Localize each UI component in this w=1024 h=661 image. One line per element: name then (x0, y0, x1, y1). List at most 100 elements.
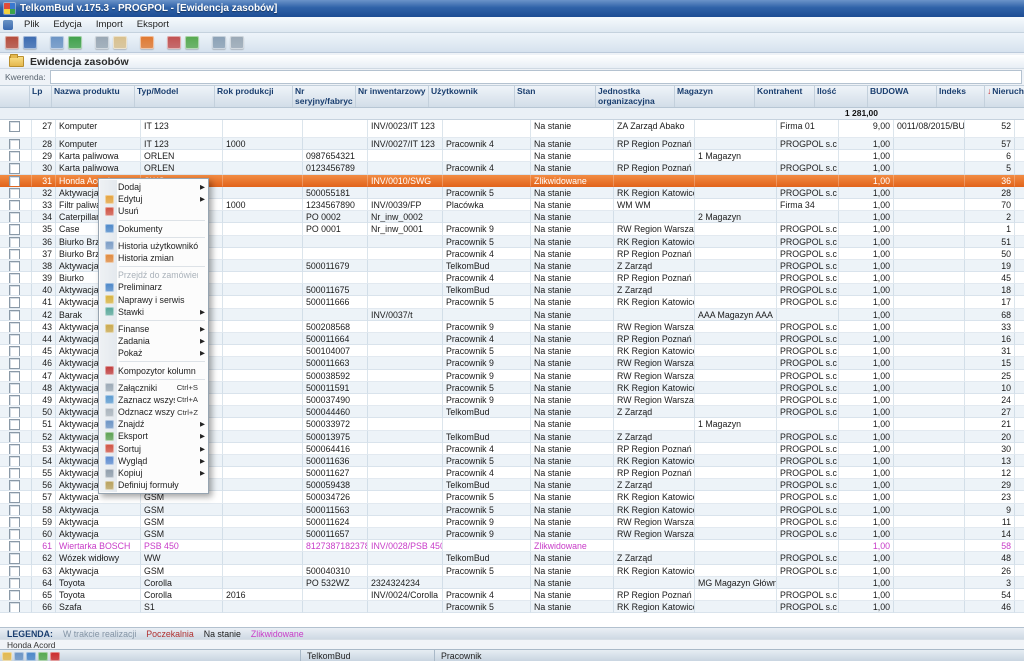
exit-icon[interactable] (5, 36, 19, 49)
context-menu-item-edytuj[interactable]: Edytuj▶ (100, 193, 207, 205)
row-checkbox[interactable] (9, 541, 20, 552)
settings-icon[interactable] (212, 36, 226, 49)
row-checkbox[interactable] (9, 273, 20, 284)
row-checkbox[interactable] (9, 432, 20, 443)
column-header-typ[interactable]: Typ/Model (135, 86, 215, 107)
column-header-lp[interactable]: Lp (30, 86, 52, 107)
row-checkbox[interactable] (9, 188, 20, 199)
column-header-rok[interactable]: Rok produkcji (215, 86, 293, 107)
context-menu-item-zadania[interactable]: Zadania▶ (100, 335, 207, 347)
context-menu-item-historia-użytkowników[interactable]: Historia użytkowników (100, 240, 207, 252)
row-checkbox[interactable] (9, 249, 20, 260)
table-row[interactable]: 60AktywacjaGSM500011657Pracownik 9Na sta… (0, 528, 1024, 540)
tools-icon[interactable] (230, 36, 244, 49)
row-checkbox[interactable] (9, 310, 20, 321)
row-checkbox[interactable] (9, 261, 20, 272)
column-header-ilosc[interactable]: Ilość (815, 86, 868, 107)
row-checkbox[interactable] (9, 480, 20, 491)
context-menu-item-eksport[interactable]: Eksport▶ (100, 430, 207, 442)
row-checkbox[interactable] (9, 517, 20, 528)
column-header-bud[interactable]: BUDOWA (868, 86, 937, 107)
table-row[interactable]: 30Karta paliwowaORLEN0123456789Pracownik… (0, 162, 1024, 174)
transfer-icon[interactable] (23, 36, 37, 49)
row-checkbox[interactable] (9, 419, 20, 430)
chart-pie-icon[interactable] (140, 36, 154, 49)
row-checkbox[interactable] (9, 151, 20, 162)
context-menu-item-usuń[interactable]: Usuń (100, 205, 207, 217)
context-menu-item-definiuj-formuły[interactable]: Definiuj formuły (100, 479, 207, 491)
context-menu-item-zaznacz-wszystko[interactable]: Zaznacz wszystkoCtrl+A (100, 394, 207, 406)
row-checkbox[interactable] (9, 590, 20, 601)
user-icon[interactable] (14, 652, 24, 661)
row-checkbox[interactable] (9, 371, 20, 382)
row-checkbox[interactable] (9, 456, 20, 467)
query-input[interactable] (50, 70, 1022, 84)
table-row[interactable]: 66SzafaS1Pracownik 5Na stanieRK Region K… (0, 601, 1024, 613)
table-row[interactable]: 62Wózek widłowyWWTelkomBudNa stanieZ Zar… (0, 552, 1024, 564)
print-icon[interactable] (95, 36, 109, 49)
menu-item-plik[interactable]: Plik (17, 17, 46, 32)
column-header-inw[interactable]: Nr inwentarzowy (356, 86, 429, 107)
row-checkbox[interactable] (9, 237, 20, 248)
table-row[interactable]: 63AktywacjaGSM500040310Pracownik 5Na sta… (0, 565, 1024, 577)
row-checkbox[interactable] (9, 200, 20, 211)
row-checkbox[interactable] (9, 444, 20, 455)
context-menu-item-odznacz-wszystko[interactable]: Odznacz wszystkoCtrl+Z (100, 406, 207, 418)
context-menu-item-wygląd[interactable]: Wygląd▶ (100, 455, 207, 467)
row-checkbox[interactable] (9, 505, 20, 516)
context-menu-item-załączniki[interactable]: ZałącznikiCtrl+S (100, 382, 207, 394)
column-header-ser[interactable]: Nr seryjny/fabryc (293, 86, 356, 107)
row-checkbox[interactable] (9, 224, 20, 235)
network-icon[interactable] (38, 652, 48, 661)
menu-item-edycja[interactable]: Edycja (46, 17, 89, 32)
menu-item-eksport[interactable]: Eksport (130, 17, 176, 32)
table-row[interactable]: 64ToyotaCorollaPO 532WZ2324324234Na stan… (0, 577, 1024, 589)
row-checkbox[interactable] (9, 176, 20, 187)
column-header-stan[interactable]: Stan (515, 86, 596, 107)
row-checkbox[interactable] (9, 358, 20, 369)
column-header-nazwa[interactable]: Nazwa produktu (52, 86, 135, 107)
row-checkbox[interactable] (9, 383, 20, 394)
column-header-idx[interactable]: Indeks (937, 86, 985, 107)
row-checkbox[interactable] (9, 297, 20, 308)
context-menu-item-stawki[interactable]: Stawki▶ (100, 306, 207, 318)
row-checkbox[interactable] (9, 492, 20, 503)
row-checkbox[interactable] (9, 529, 20, 540)
context-menu-item-naprawy-i-serwis[interactable]: Naprawy i serwis (100, 294, 207, 306)
mail-icon[interactable] (113, 36, 127, 49)
row-checkbox[interactable] (9, 602, 20, 613)
row-checkbox[interactable] (9, 346, 20, 357)
table-row[interactable]: 28KomputerIT 1231000INV/0027/IT 123Praco… (0, 138, 1024, 150)
context-menu-item-sortuj[interactable]: Sortuj▶ (100, 443, 207, 455)
column-header-mag[interactable]: Magazyn (675, 86, 755, 107)
row-checkbox[interactable] (9, 285, 20, 296)
row-checkbox[interactable] (9, 163, 20, 174)
search-icon[interactable] (50, 36, 64, 49)
users-icon[interactable] (167, 36, 181, 49)
row-checkbox[interactable] (9, 407, 20, 418)
row-checkbox[interactable] (9, 322, 20, 333)
folder-icon[interactable] (2, 652, 12, 661)
table-row[interactable]: 59AktywacjaGSM500011624Pracownik 9Na sta… (0, 516, 1024, 528)
context-menu-item-pokaż[interactable]: Pokaż▶ (100, 347, 207, 359)
column-header-nier[interactable]: ↓Nieruchomość (985, 86, 1024, 107)
row-checkbox[interactable] (9, 121, 20, 132)
column-header-check[interactable] (0, 86, 30, 107)
table-row[interactable]: 29Karta paliwowaORLEN0987654321Na stanie… (0, 150, 1024, 162)
table-row[interactable]: 27KomputerIT 123INV/0023/IT 123Na stanie… (0, 120, 1024, 138)
column-header-uzytk[interactable]: Użytkownik (429, 86, 515, 107)
context-menu-item-dodaj[interactable]: Dodaj▶ (100, 181, 207, 193)
row-checkbox[interactable] (9, 553, 20, 564)
context-menu-item-finanse[interactable]: Finanse▶ (100, 323, 207, 335)
row-checkbox[interactable] (9, 395, 20, 406)
row-checkbox[interactable] (9, 578, 20, 589)
table-row[interactable]: 58AktywacjaGSM500011563Pracownik 5Na sta… (0, 504, 1024, 516)
title-bar[interactable]: TelkomBud v.175.3 - PROGPOL - [Ewidencja… (0, 0, 1024, 17)
row-checkbox[interactable] (9, 212, 20, 223)
context-menu-item-dokumenty[interactable]: Dokumenty (100, 223, 207, 235)
row-checkbox[interactable] (9, 468, 20, 479)
column-header-jedn[interactable]: Jednostka organizacyjna (596, 86, 675, 107)
report-icon[interactable] (185, 36, 199, 49)
table-row[interactable]: 65ToyotaCorolla2016INV/0024/CorollaPraco… (0, 589, 1024, 601)
menu-item-import[interactable]: Import (89, 17, 130, 32)
